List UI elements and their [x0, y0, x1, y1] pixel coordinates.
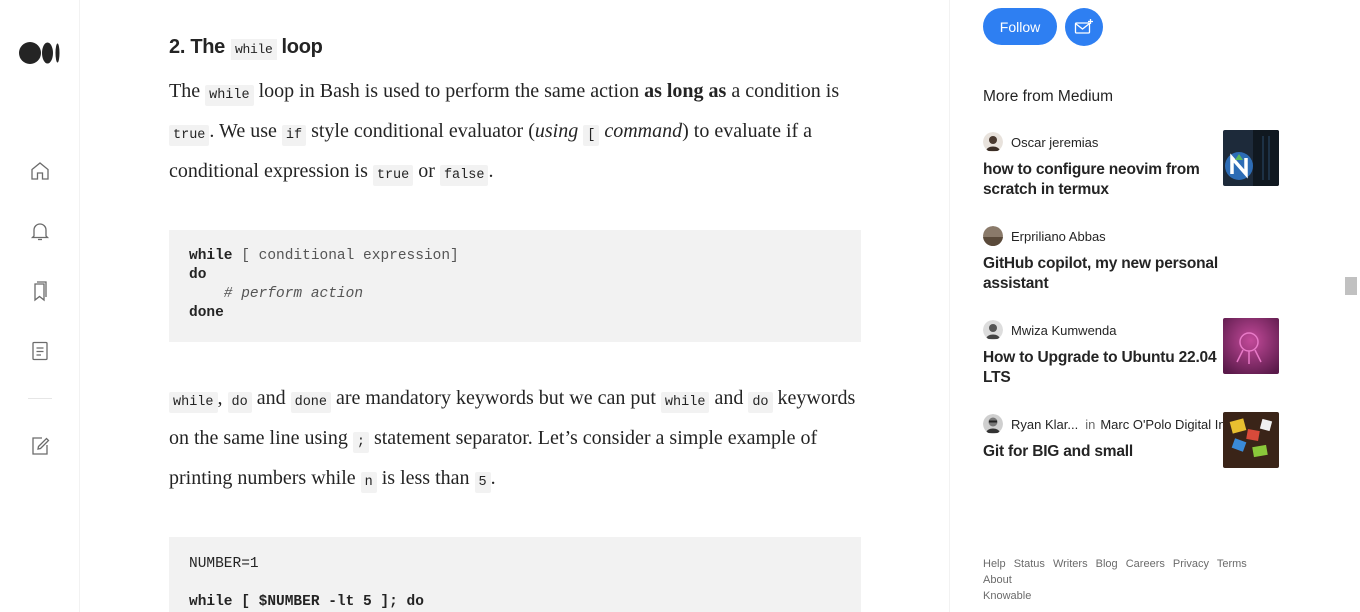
rail-divider: [28, 398, 52, 399]
recommendation-item[interactable]: Erpriliano Abbas GitHub copilot, my new …: [983, 226, 1313, 294]
home-icon[interactable]: [28, 159, 52, 183]
avatar: [983, 132, 1003, 152]
inline-code: while: [660, 392, 710, 413]
inline-code: n: [360, 472, 377, 493]
medium-logo[interactable]: [19, 41, 61, 65]
avatar: [983, 320, 1003, 340]
right-sidebar: Follow More from Medium Oscar jeremias h…: [949, 0, 1344, 612]
section-heading: 2. The while loop: [169, 36, 323, 60]
more-from-medium-title: More from Medium: [983, 88, 1114, 105]
footer-link-help[interactable]: Help: [983, 558, 1006, 570]
rec-title[interactable]: GitHub copilot, my new personal assistan…: [983, 254, 1233, 294]
inline-code: done: [290, 392, 332, 413]
follow-button[interactable]: Follow: [983, 8, 1057, 45]
left-nav-rail: [0, 0, 80, 612]
rec-title[interactable]: Git for BIG and small: [983, 442, 1233, 462]
rec-publication[interactable]: Marc O'Polo Digital In...: [1100, 417, 1236, 432]
heading-suffix: loop: [281, 36, 323, 58]
inline-code: true: [372, 165, 414, 186]
code-block-syntax: while [ conditional expression] do # per…: [169, 230, 861, 342]
paragraph-while-intro: The while loop in Bash is used to perfor…: [169, 73, 869, 193]
heading-prefix: 2. The: [169, 36, 225, 58]
inline-code: while: [205, 85, 254, 106]
footer-link-terms[interactable]: Terms: [1217, 558, 1247, 570]
write-icon[interactable]: [28, 434, 52, 458]
footer-link-status[interactable]: Status: [1014, 558, 1045, 570]
stories-icon[interactable]: [28, 339, 52, 363]
rec-author[interactable]: Erpriliano Abbas: [983, 226, 1313, 246]
inline-code: do: [227, 392, 252, 413]
notifications-icon[interactable]: [28, 219, 52, 243]
inline-code: while: [169, 392, 218, 413]
footer-link-privacy[interactable]: Privacy: [1173, 558, 1209, 570]
rec-thumbnail[interactable]: [1223, 318, 1279, 374]
page-scrollbar[interactable]: [1344, 0, 1360, 612]
mail-plus-icon: [1074, 19, 1093, 34]
rec-thumbnail[interactable]: [1223, 412, 1279, 468]
rec-title[interactable]: how to configure neovim from scratch in …: [983, 160, 1233, 200]
avatar: [983, 226, 1003, 246]
code-block-example: NUMBER=1 while [ $NUMBER -lt 5 ]; do: [169, 537, 861, 612]
rec-title[interactable]: How to Upgrade to Ubuntu 22.04 LTS: [983, 348, 1233, 388]
footer-link-writers[interactable]: Writers: [1053, 558, 1088, 570]
footer-link-about[interactable]: About: [983, 574, 1012, 586]
inline-code: ;: [352, 432, 369, 453]
footer-link-careers[interactable]: Careers: [1126, 558, 1165, 570]
inline-code: do: [748, 392, 773, 413]
bookmarks-icon[interactable]: [28, 279, 52, 303]
inline-code: false: [439, 165, 489, 186]
scrollbar-thumb[interactable]: [1345, 277, 1357, 295]
footer-link-knowable[interactable]: Knowable: [983, 590, 1031, 602]
footer-link-blog[interactable]: Blog: [1096, 558, 1118, 570]
avatar: [983, 414, 1003, 434]
rec-thumbnail[interactable]: [1223, 130, 1279, 186]
subscribe-email-button[interactable]: [1065, 8, 1103, 46]
inline-code: if: [281, 125, 307, 146]
footer-links: Help Status Writers Blog Careers Privacy…: [983, 556, 1283, 604]
inline-code: while: [231, 39, 277, 60]
inline-code: [: [583, 125, 600, 146]
paragraph-keywords: while, do and done are mandatory keyword…: [169, 380, 869, 500]
inline-code: true: [169, 125, 210, 146]
inline-code: 5: [474, 472, 491, 493]
